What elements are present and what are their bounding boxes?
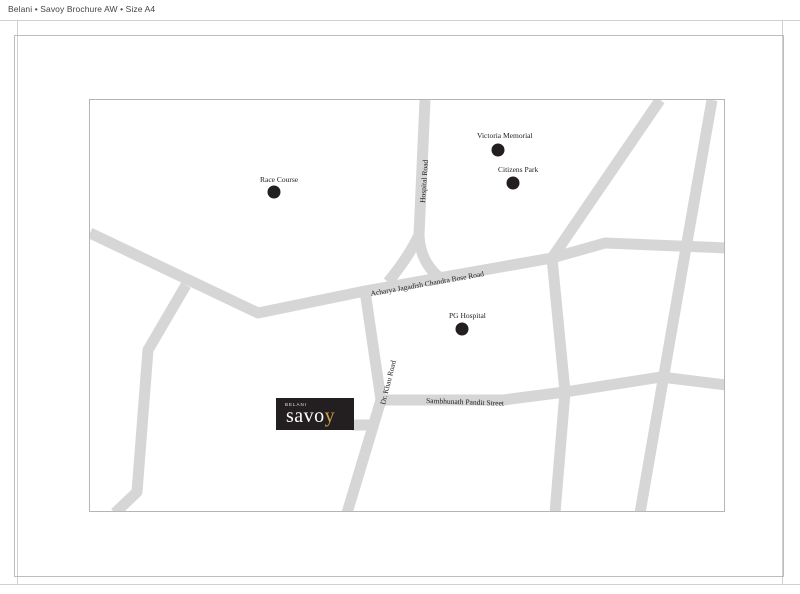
trim-line-bottom [0,584,800,585]
poi-marker-race-course [267,185,281,199]
logo-wordmark-accent: y [324,405,336,427]
poi-label-race-course: Race Course [260,175,299,184]
poi-marker-citizens-park [506,176,520,190]
poi-marker-victoria-memorial [491,143,505,157]
savoy-logo: BELANI savoy [276,398,354,430]
poi-marker-pg-hospital [455,322,469,336]
road-hospital-road-branch [383,232,424,286]
logo-brand-wordmark: savoy [286,405,335,428]
poi-label-citizens-park: Citizens Park [498,165,538,174]
poi-label-victoria-memorial: Victoria Memorial [477,131,533,140]
map-canvas: Hospital Road Acharya Jagadish Chandra B… [90,100,724,511]
road-far-east-diagonal [634,100,718,511]
poi-label-pg-hospital: PG Hospital [449,311,486,320]
road-upper-diagonal [547,100,665,262]
document-header: Belani • Savoy Brochure AW • Size A4 [8,4,156,14]
road-east-vertical [546,257,571,511]
road-west-diagonal [111,282,191,511]
trim-line-top [0,20,800,21]
road-label-hospital-road: Hospital Road [418,159,430,203]
logo-wordmark-text: savo [286,405,325,427]
road-label-sambhunath-pandit-street: Sambhunath Pandit Street [426,396,505,408]
location-map: Hospital Road Acharya Jagadish Chandra B… [89,99,725,512]
